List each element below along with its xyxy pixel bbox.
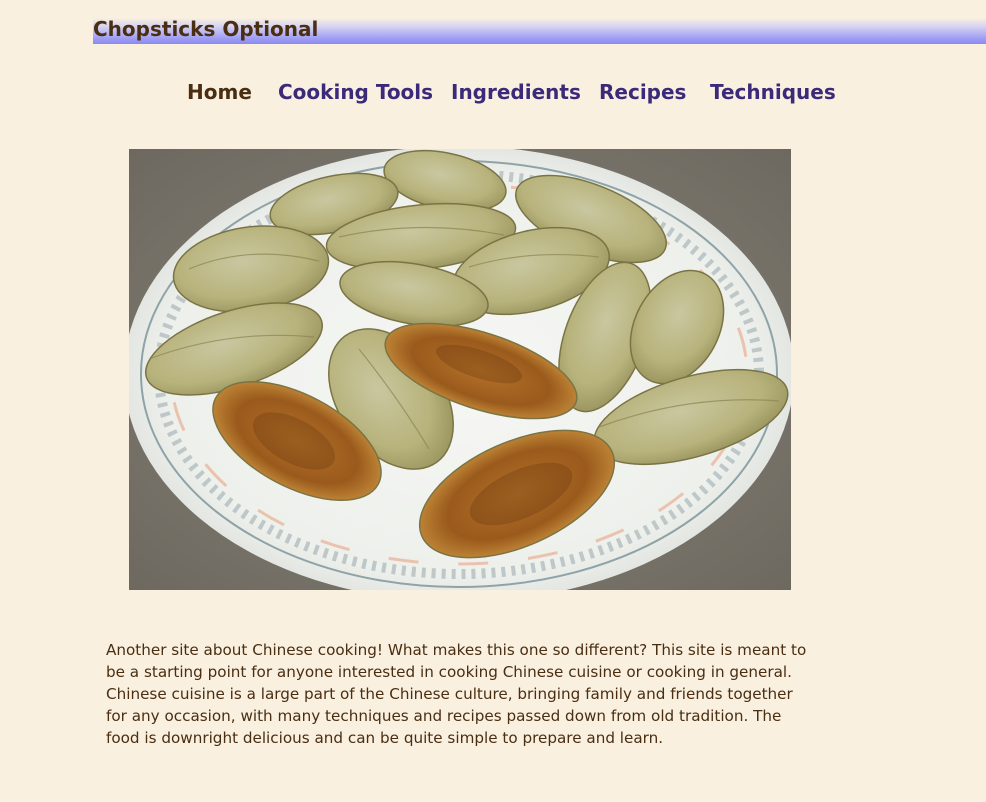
hero-image bbox=[129, 149, 791, 590]
header-bar: Chopsticks Optional bbox=[93, 18, 986, 44]
nav-techniques-link[interactable]: Techniques bbox=[710, 78, 836, 106]
dumplings-photo bbox=[129, 149, 791, 590]
page: Chopsticks Optional Home Cooking Tools I… bbox=[0, 0, 986, 802]
nav-recipes-link[interactable]: Recipes bbox=[599, 78, 686, 106]
nav-cooking-tools-link[interactable]: Cooking Tools bbox=[278, 78, 433, 106]
nav-home-link[interactable]: Home bbox=[187, 78, 252, 106]
nav-ingredients-link[interactable]: Ingredients bbox=[451, 78, 581, 106]
main-nav: Home Cooking Tools Ingredients Recipes T… bbox=[0, 78, 986, 108]
intro-paragraph: Another site about Chinese cooking! What… bbox=[106, 641, 807, 747]
site-title: Chopsticks Optional bbox=[93, 17, 319, 41]
